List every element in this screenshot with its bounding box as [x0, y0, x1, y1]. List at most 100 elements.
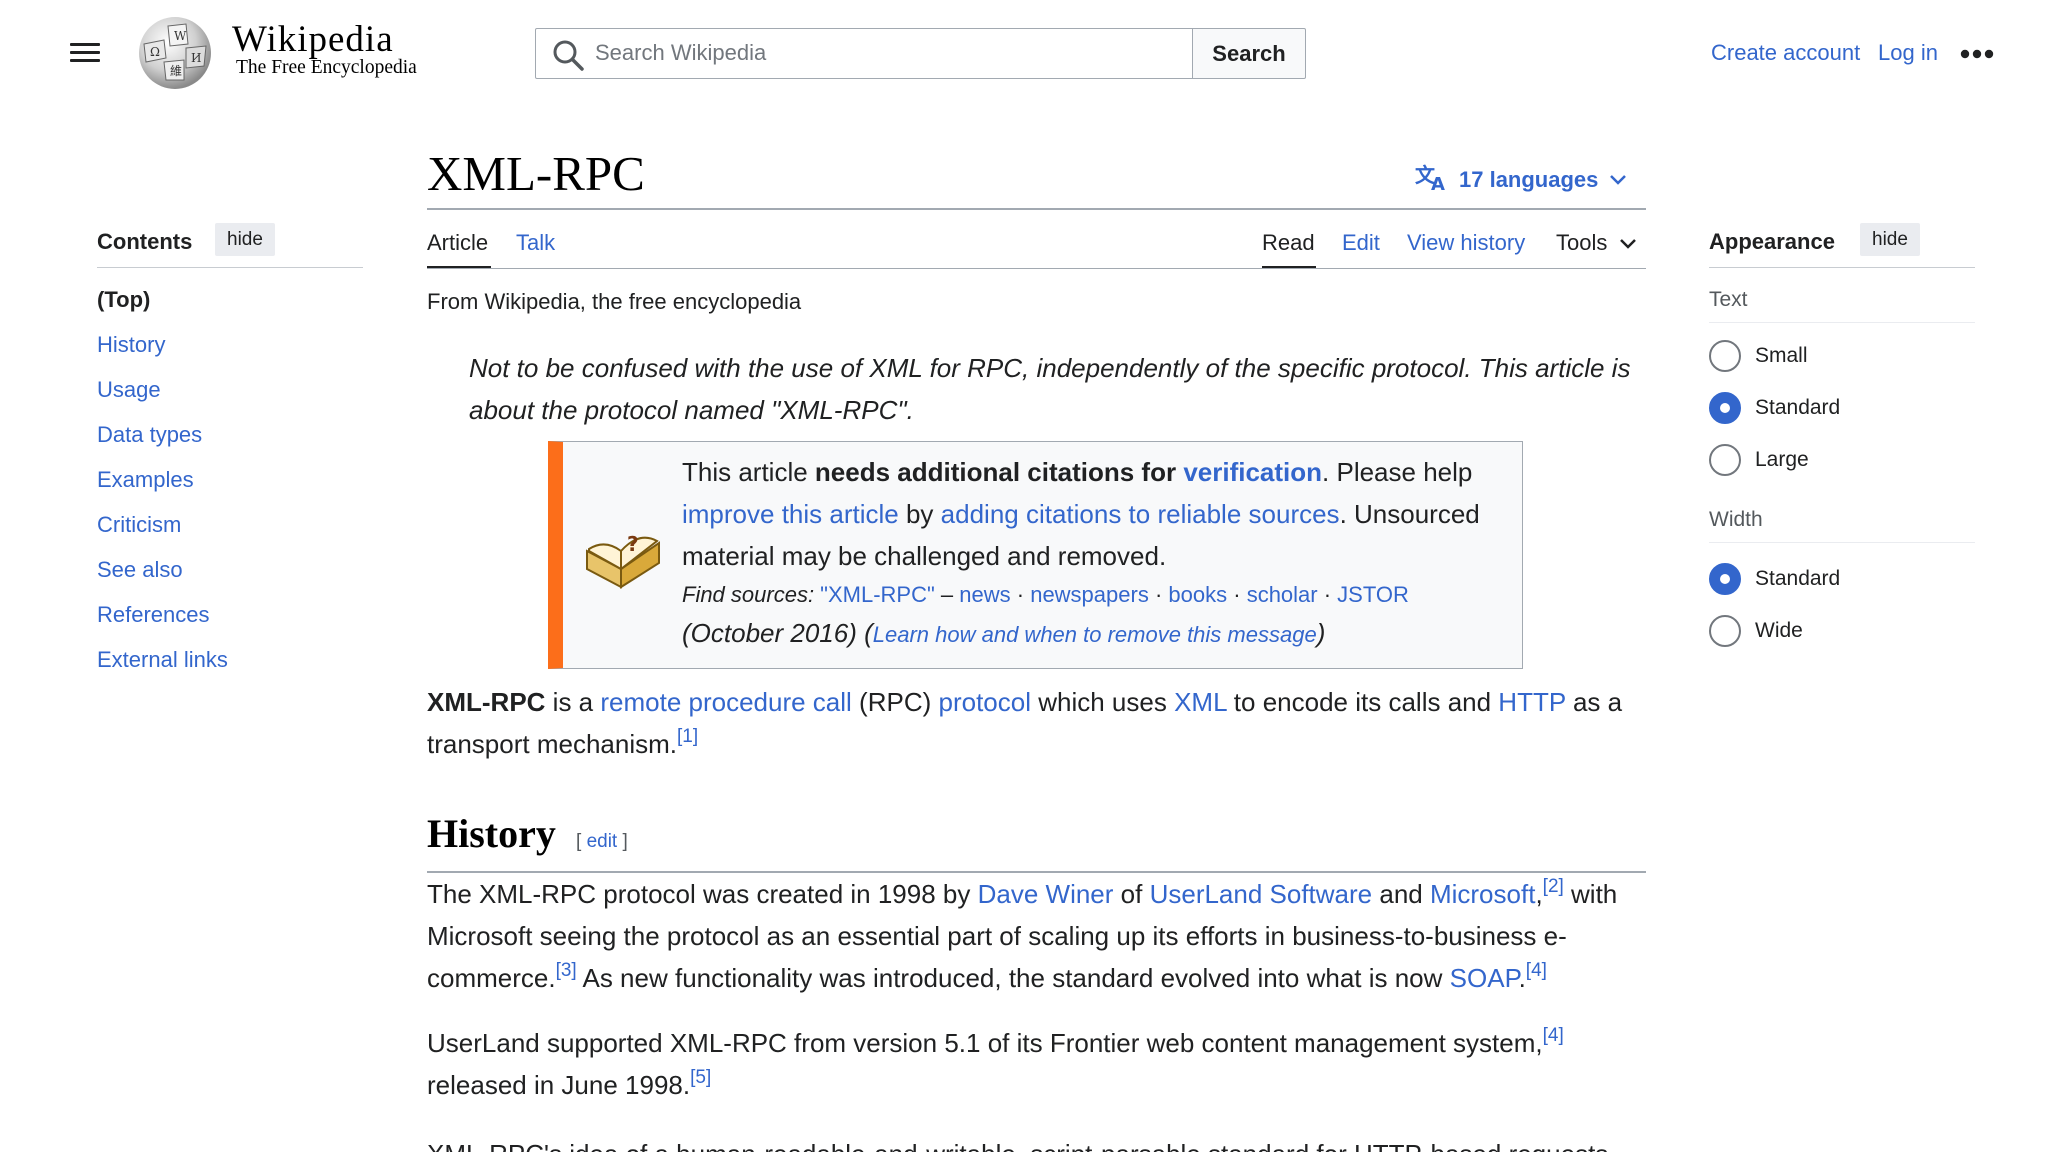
page-title: XML-RPC [427, 146, 645, 201]
source-scholar-link[interactable]: scholar [1247, 582, 1318, 607]
title-divider [427, 208, 1646, 210]
history-edit-section: [ edit ] [576, 831, 628, 853]
tab-view-history[interactable]: View history [1407, 230, 1525, 256]
reference-5-link[interactable]: [5] [690, 1067, 711, 1088]
notice-text: This article needs additional citations … [682, 451, 1512, 577]
toc-item-data-types[interactable]: Data types [97, 422, 202, 448]
radio-large[interactable] [1709, 444, 1741, 476]
radio-small[interactable] [1709, 340, 1741, 372]
wikipedia-tagline: The Free Encyclopedia [236, 57, 417, 78]
source-newspapers-link[interactable]: newspapers [1030, 582, 1149, 607]
find-query-link[interactable]: "XML-RPC" [820, 582, 935, 607]
http-link[interactable]: HTTP [1498, 687, 1565, 717]
radio-width-wide[interactable] [1709, 615, 1741, 647]
verification-link[interactable]: verification [1183, 457, 1322, 487]
radio-width-standard-selected[interactable] [1709, 563, 1741, 595]
wikipedia-wordmark[interactable]: Wikipedia [232, 18, 394, 61]
tab-talk[interactable]: Talk [516, 230, 555, 256]
appearance-divider [1709, 267, 1975, 268]
more-options-icon[interactable] [1960, 44, 1994, 64]
radio-label: Wide [1755, 619, 1803, 642]
improve-article-link[interactable]: improve this article [682, 499, 899, 529]
width-divider [1709, 542, 1975, 543]
toc-hide-button[interactable]: hide [215, 223, 275, 256]
text: to encode its calls and [1226, 687, 1499, 717]
paren: ) [1316, 618, 1326, 648]
create-account-link[interactable]: Create account [1711, 40, 1860, 66]
edit-section-link[interactable]: edit [587, 831, 618, 852]
toc-item-see-also[interactable]: See also [97, 557, 183, 583]
dave-winer-link[interactable]: Dave Winer [978, 879, 1114, 909]
history-paragraph-3: XML-RPC's idea of a human-readable-and-w… [427, 1133, 1646, 1152]
learn-remove-message-link[interactable]: Learn how and when to remove this messag… [873, 622, 1317, 647]
soap-link[interactable]: SOAP [1450, 963, 1519, 993]
notice-date: (October 2016) [682, 618, 857, 648]
text: which uses [1031, 687, 1175, 717]
width-heading: Width [1709, 508, 1763, 531]
text-size-divider [1709, 322, 1975, 323]
source-books-link[interactable]: books [1168, 582, 1227, 607]
text: , [1535, 879, 1543, 909]
toc-item-history[interactable]: History [97, 332, 165, 358]
tab-read[interactable]: Read [1262, 230, 1315, 256]
toc-item-criticism[interactable]: Criticism [97, 512, 181, 538]
svg-text:?: ? [627, 532, 639, 556]
search-button[interactable]: Search [1192, 28, 1306, 79]
text: and [1372, 879, 1430, 909]
text: XML-RPC's idea of a human-readable-and-w… [427, 1139, 1608, 1152]
toc-item-usage[interactable]: Usage [97, 377, 161, 403]
radio-label: Small [1755, 344, 1808, 367]
wikipedia-globe-logo[interactable]: Ω W И 維 [134, 14, 216, 92]
lead-paragraph: XML-RPC is a remote procedure call (RPC)… [427, 681, 1646, 765]
languages-button[interactable]: 文 A 17 languages [1415, 162, 1628, 198]
text-size-standard-option[interactable]: Standard [1709, 392, 1840, 424]
chevron-down-icon [1608, 167, 1628, 193]
find-sources-label: Find sources: [682, 582, 821, 607]
source-jstor-link[interactable]: JSTOR [1337, 582, 1409, 607]
toc-item-references[interactable]: References [97, 602, 210, 628]
width-wide-option[interactable]: Wide [1709, 615, 1803, 647]
reference-2-link[interactable]: [2] [1543, 876, 1564, 897]
search-icon [552, 39, 584, 71]
microsoft-link[interactable]: Microsoft [1430, 879, 1535, 909]
separator: · [1317, 582, 1338, 607]
appearance-hide-button[interactable]: hide [1860, 223, 1920, 256]
site-subtitle: From Wikipedia, the free encyclopedia [427, 289, 802, 314]
main-menu-button[interactable] [70, 38, 102, 68]
svg-text:維: 維 [170, 64, 182, 78]
book-question-icon: ? [583, 521, 663, 591]
xml-link[interactable]: XML [1174, 687, 1227, 717]
toc-item-external-links[interactable]: External links [97, 647, 228, 673]
search-input[interactable] [595, 30, 1185, 76]
radio-label: Standard [1755, 396, 1841, 419]
tab-tools[interactable]: Tools [1556, 230, 1637, 256]
bracket: [ [576, 831, 587, 852]
adding-citations-link[interactable]: adding citations to reliable sources [941, 499, 1340, 529]
toc-divider [97, 267, 363, 268]
radio-standard-selected[interactable] [1709, 392, 1741, 424]
reference-1-link[interactable]: [1] [677, 726, 698, 747]
reference-4-link[interactable]: [4] [1526, 960, 1547, 981]
text-size-small-option[interactable]: Small [1709, 340, 1808, 372]
reference-4-link[interactable]: [4] [1543, 1025, 1564, 1046]
translate-icon: 文 A [1415, 162, 1449, 198]
text: The XML-RPC protocol was created in 1998… [427, 879, 978, 909]
toc-item-top[interactable]: (Top) [97, 287, 150, 313]
separator: · [1227, 582, 1247, 607]
text-size-large-option[interactable]: Large [1709, 444, 1809, 476]
tab-edit[interactable]: Edit [1342, 230, 1380, 256]
source-news-link[interactable]: news [959, 582, 1010, 607]
history-paragraph-1: The XML-RPC protocol was created in 1998… [427, 873, 1646, 999]
protocol-link[interactable]: protocol [939, 687, 1032, 717]
notice-text-part: by [898, 499, 941, 529]
log-in-link[interactable]: Log in [1878, 40, 1938, 66]
userland-software-link[interactable]: UserLand Software [1150, 879, 1373, 909]
notice-text-part: . Please help [1322, 457, 1473, 487]
width-standard-option[interactable]: Standard [1709, 563, 1840, 595]
radio-label: Large [1755, 448, 1809, 471]
remote-procedure-call-link[interactable]: remote procedure call [600, 687, 851, 717]
toc-item-examples[interactable]: Examples [97, 467, 194, 493]
tab-article[interactable]: Article [427, 230, 488, 256]
reference-3-link[interactable]: [3] [556, 960, 577, 981]
text: is a [545, 687, 601, 717]
